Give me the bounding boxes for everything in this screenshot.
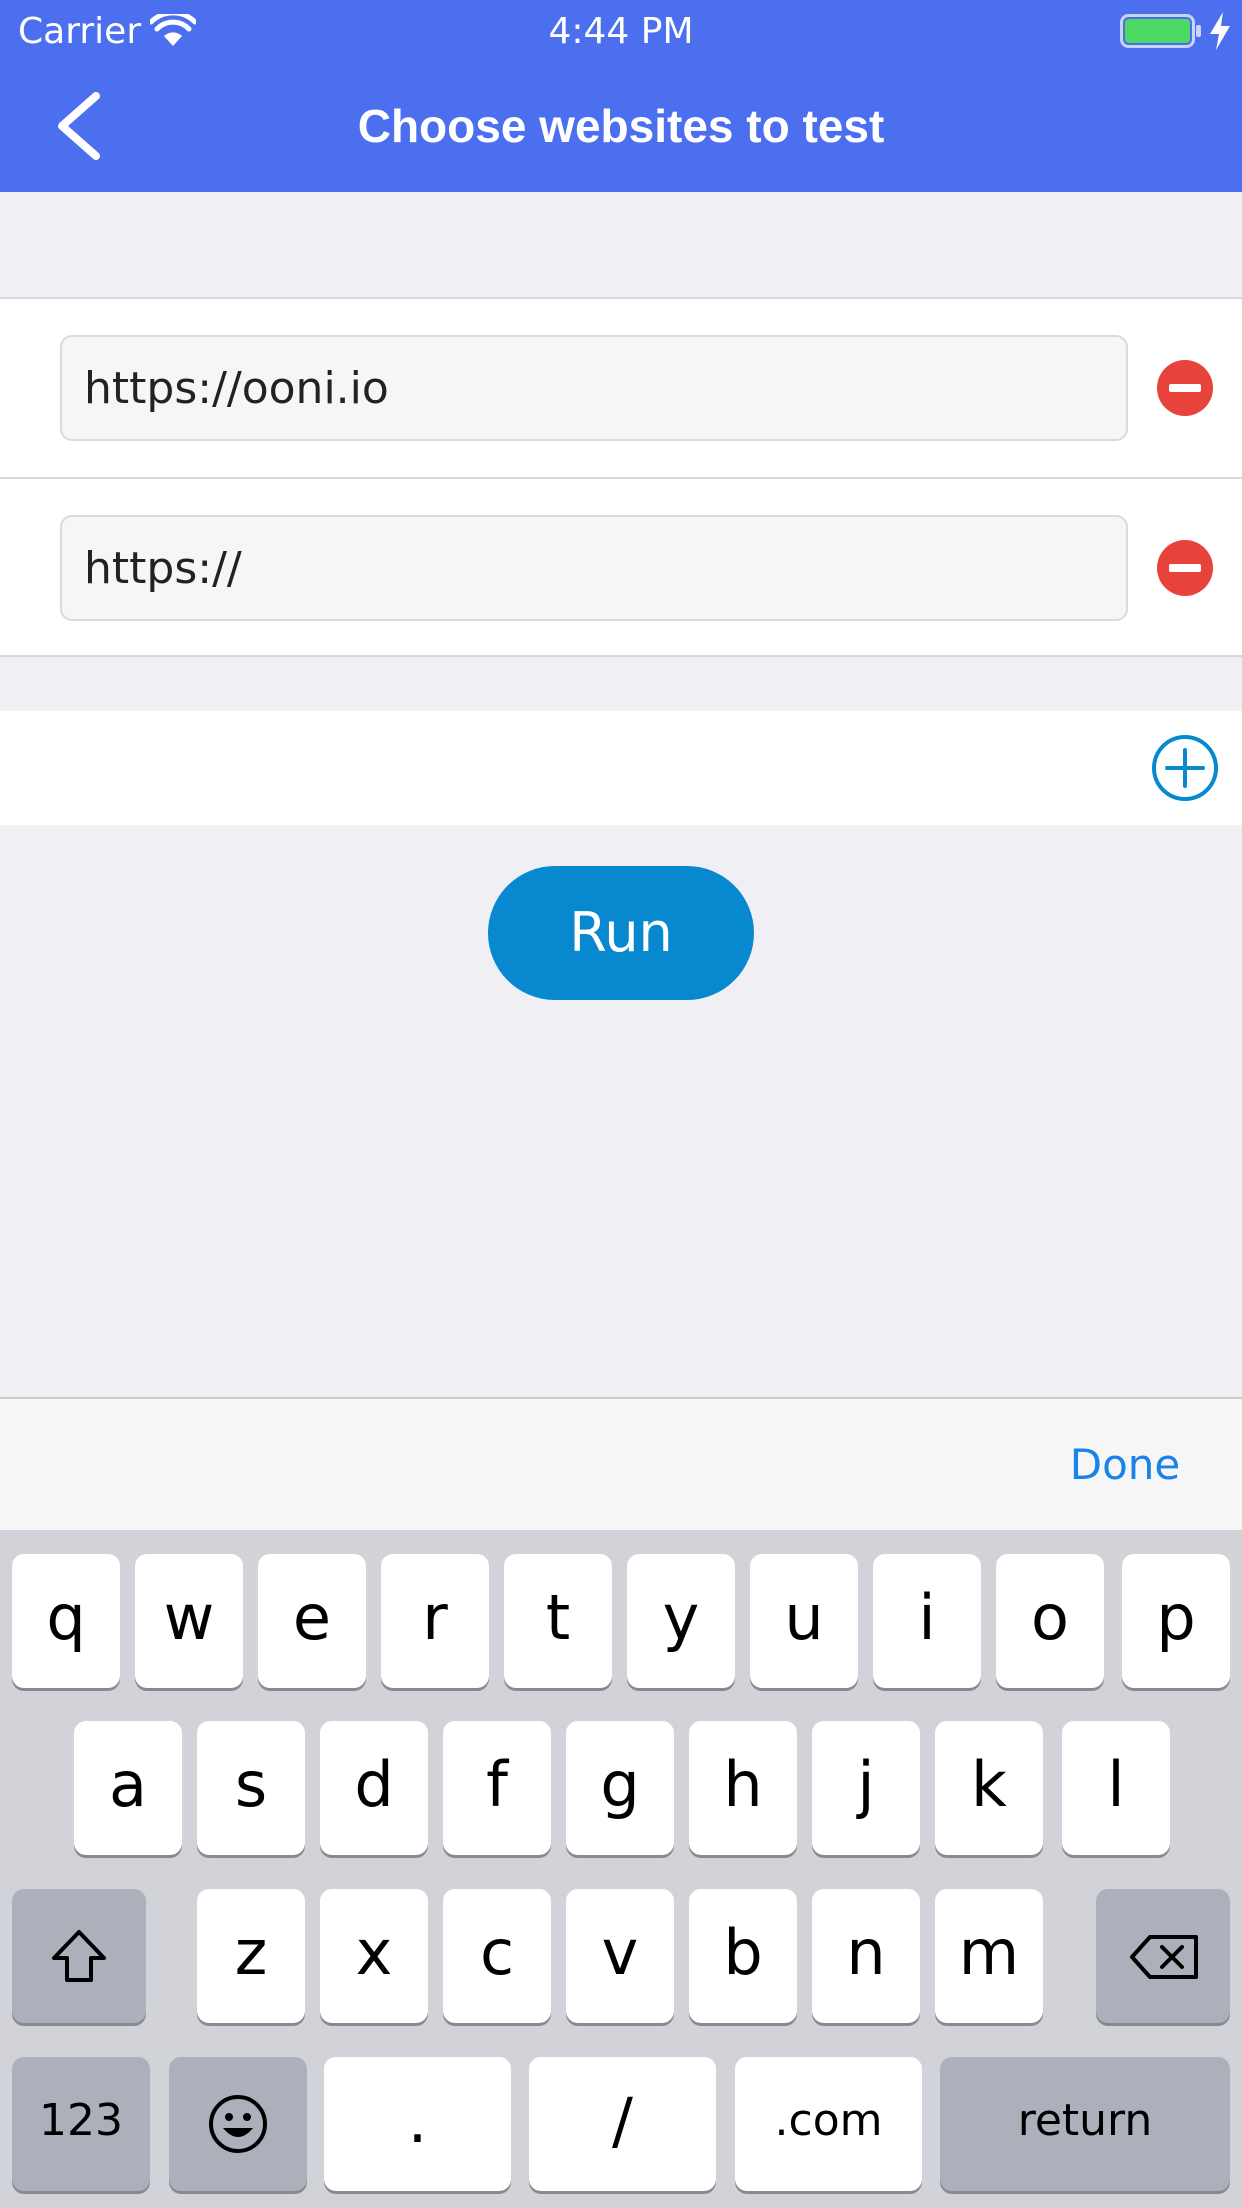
add-url-row bbox=[0, 711, 1242, 825]
key-b[interactable]: b bbox=[689, 1889, 797, 2023]
minus-circle-icon[interactable] bbox=[1156, 539, 1214, 597]
url-input[interactable] bbox=[60, 515, 1128, 621]
key-a[interactable]: a bbox=[74, 1721, 182, 1855]
key-u[interactable]: u bbox=[750, 1554, 858, 1688]
key-d[interactable]: d bbox=[320, 1721, 428, 1855]
backspace-icon bbox=[1130, 1935, 1198, 1979]
key-t[interactable]: t bbox=[504, 1554, 612, 1688]
key-v[interactable]: v bbox=[566, 1889, 674, 2023]
numbers-key[interactable]: 123 bbox=[12, 2057, 150, 2191]
key-r[interactable]: r bbox=[381, 1554, 489, 1688]
slash-key[interactable]: / bbox=[529, 2057, 716, 2191]
emoji-key[interactable] bbox=[169, 2057, 307, 2191]
battery-icon bbox=[1120, 14, 1201, 48]
charging-bolt-icon bbox=[1210, 12, 1230, 50]
list-item bbox=[0, 299, 1242, 479]
shift-key[interactable] bbox=[12, 1889, 146, 2023]
key-x[interactable]: x bbox=[320, 1889, 428, 2023]
key-q[interactable]: q bbox=[12, 1554, 120, 1688]
key-f[interactable]: f bbox=[443, 1721, 551, 1855]
url-list bbox=[0, 297, 1242, 657]
key-j[interactable]: j bbox=[812, 1721, 920, 1855]
key-m[interactable]: m bbox=[935, 1889, 1043, 2023]
list-item bbox=[0, 479, 1242, 657]
run-button[interactable]: Run bbox=[488, 866, 754, 1000]
key-o[interactable]: o bbox=[996, 1554, 1104, 1688]
period-key[interactable]: . bbox=[324, 2057, 511, 2191]
done-button[interactable]: Done bbox=[1030, 1435, 1220, 1495]
key-p[interactable]: p bbox=[1122, 1554, 1230, 1688]
key-e[interactable]: e bbox=[258, 1554, 366, 1688]
page-title: Choose websites to test bbox=[357, 100, 885, 152]
status-time: 4:44 PM bbox=[548, 11, 694, 52]
key-s[interactable]: s bbox=[197, 1721, 305, 1855]
key-c[interactable]: c bbox=[443, 1889, 551, 2023]
smiley-face-icon bbox=[209, 2095, 267, 2153]
return-key[interactable]: return bbox=[940, 2057, 1230, 2191]
dotcom-key[interactable]: .com bbox=[735, 2057, 922, 2191]
key-z[interactable]: z bbox=[197, 1889, 305, 2023]
delete-key[interactable] bbox=[1096, 1889, 1230, 2023]
navigation-header: Carrier 4:44 PM Choose websites to test bbox=[0, 0, 1242, 192]
key-i[interactable]: i bbox=[873, 1554, 981, 1688]
url-input[interactable] bbox=[60, 335, 1128, 441]
key-n[interactable]: n bbox=[812, 1889, 920, 2023]
key-w[interactable]: w bbox=[135, 1554, 243, 1688]
key-l[interactable]: l bbox=[1062, 1721, 1170, 1855]
keyboard: q w e r t y u i o p a s d f g h j k l z … bbox=[0, 1530, 1242, 2208]
key-k[interactable]: k bbox=[935, 1721, 1043, 1855]
key-g[interactable]: g bbox=[566, 1721, 674, 1855]
key-h[interactable]: h bbox=[689, 1721, 797, 1855]
key-y[interactable]: y bbox=[627, 1554, 735, 1688]
shift-arrow-icon bbox=[52, 1930, 106, 1982]
minus-circle-icon[interactable] bbox=[1156, 359, 1214, 417]
keyboard-accessory-bar: Done bbox=[0, 1397, 1242, 1530]
plus-circle-icon[interactable] bbox=[1151, 734, 1219, 802]
